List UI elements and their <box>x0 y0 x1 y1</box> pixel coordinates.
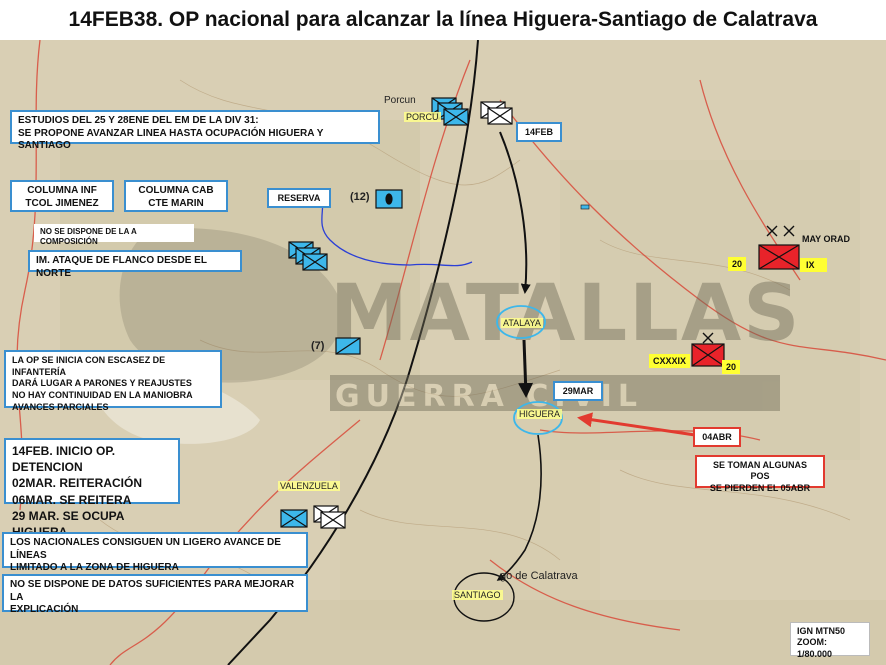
columna-cab-box: COLUMNA CAB CTE MARIN <box>124 180 228 212</box>
enemy-label-20a: 20 <box>728 257 747 271</box>
reserva-box: RESERVA <box>267 188 331 208</box>
nacionales-note: LOS NACIONALES CONSIGUEN UN LIGERO AVANC… <box>2 532 308 573</box>
watermark-text: MATALLAS <box>330 269 801 359</box>
op-inicia-note: LA OP SE INICIA CON ESCASEZ DE INFANTERÍ… <box>4 350 222 412</box>
date-14feb: 14FEB <box>516 122 562 142</box>
place-porcuna: PORCU <box>404 112 441 122</box>
enemy-label-may-orad: MAY ORAD <box>802 234 851 244</box>
place-santiago: SANTIAGO <box>452 590 503 600</box>
toman-pos-note: SE TOMAN ALGUNAS POS SE PIERDEN EL 05ABR <box>695 455 825 493</box>
map-area[interactable]: MATALLAS GUERRA CIVIL Porcun PORCU ATALA… <box>0 40 886 665</box>
ign-scale-box: IGN MTN50 ZOOM: 1/80.000 <box>790 622 870 659</box>
date-29mar: 29MAR <box>553 381 603 401</box>
place-valenzuela: VALENZUELA <box>278 481 340 491</box>
enemy-label-ix: IX <box>800 258 827 272</box>
friendly-unit-valenzuela[interactable] <box>280 509 308 528</box>
no-datos-note: NO SE DISPONE DE DATOS SUFICIENTES PARA … <box>2 574 308 615</box>
no-dispone-composicion-note: NO SE DISPONE DE LA A COMPOSICIÓN <box>34 224 194 246</box>
unit-number-7: (7) <box>311 340 325 352</box>
map-label-calatrava: go de Calatrava <box>500 570 578 582</box>
enemy-label-cxxxix: CXXXIX <box>649 354 691 368</box>
enemy-label-20b: 20 <box>722 360 741 374</box>
place-atalaya: ATALAYA <box>501 318 543 328</box>
page-title: 14FEB38. OP nacional para alcanzar la lí… <box>68 8 818 31</box>
estudios-note: ESTUDIOS DEL 25 Y 28ENE DEL EM DE LA DIV… <box>10 110 380 151</box>
friendly-unit-7[interactable] <box>335 337 361 355</box>
date-04abr: 04ABR <box>693 427 741 447</box>
place-higuera: HIGUERA <box>517 409 563 419</box>
reserve-unit[interactable] <box>375 189 403 209</box>
unit-number-12: (12) <box>350 191 370 203</box>
map-label-porcuna: Porcun <box>384 95 416 106</box>
chronology-note: 14FEB. INICIO OP. DETENCION 02MAR. REITE… <box>4 438 180 539</box>
flanco-note: IM. ATAQUE DE FLANCO DESDE EL NORTE <box>28 250 242 279</box>
columna-inf-box: COLUMNA INF TCOL JIMENEZ <box>10 180 114 212</box>
